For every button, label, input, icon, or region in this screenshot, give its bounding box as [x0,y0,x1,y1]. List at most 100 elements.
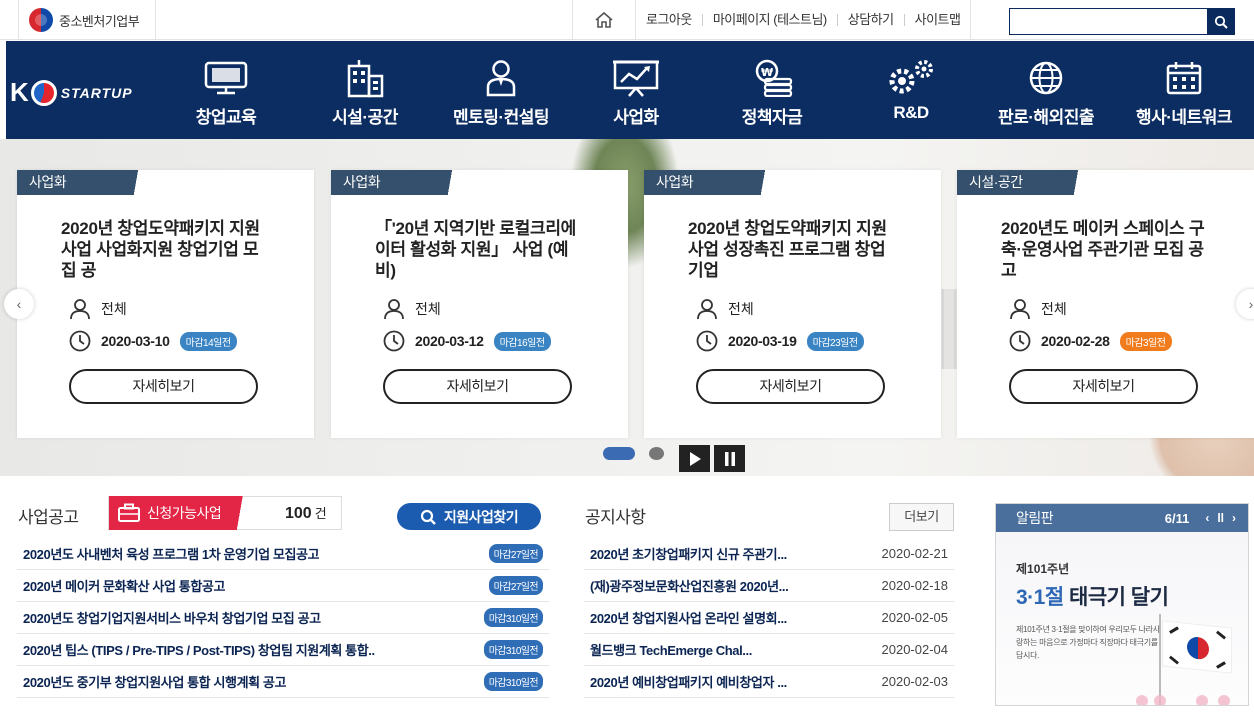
nav-item-facility[interactable]: 시설·공간 [322,41,408,139]
notice-more-button[interactable]: 더보기 [889,503,954,531]
card-title[interactable]: 2020년 창업도약패키지 지원사업 성장촉진 프로그램 창업기업 [688,218,900,281]
card-detail-button[interactable]: 자세히보기 [1009,369,1198,404]
mypage-link[interactable]: 마이페이지 (테스트님) [703,13,838,26]
banner-body: 제101주년 3·1절을 맞이하여 우리모두 나라사랑하는 마음으로 가정마다 … [1016,625,1160,660]
list-item-title: 2020년도 창업기업지원서비스 바우처 창업기업 모집 공고 [23,611,321,626]
clock-icon [696,330,718,352]
dday-badge: 마감310일전 [483,608,543,627]
utility-links: 로그아웃 마이페이지 (테스트님) 상담하기 사이트맵 [636,0,972,40]
carousel-dot-active[interactable] [603,447,635,460]
list-item-title: 2020년 예비창업패키지 예비창업자 ... [590,675,787,690]
logo-circle-icon [30,79,57,106]
list-item[interactable]: 2020년 예비창업패키지 예비창업자 ... 2020-02-03 [584,666,954,698]
svg-text:₩: ₩ [761,66,773,79]
card-detail-button[interactable]: 자세히보기 [383,369,572,404]
list-item[interactable]: 2020년 메이커 문화확산 사업 통합공고 마감27일전 [17,570,549,602]
card-title[interactable]: 2020년도 메이커 스페이스 구축·운영사업 주관기관 모집 공고 [1001,218,1213,281]
mss-logo[interactable]: 중소벤처기업부 [18,0,156,40]
nav-label: 행사·네트워크 [1135,108,1233,127]
blossom-decoration [1196,695,1208,705]
bulletin-page-indicator: 6/11 [1164,510,1190,526]
dday-badge: 마감27일전 [488,544,543,563]
chevron-left-icon[interactable]: ‹ [1205,511,1209,525]
home-button[interactable] [572,0,636,40]
banner-headline: 3·1절 태극기 달기 [1016,581,1248,611]
bulletin-label: 알림판 [1016,510,1054,526]
logout-link[interactable]: 로그아웃 [636,13,703,26]
sitemap-link[interactable]: 사이트맵 [905,0,972,40]
carousel-pause-button[interactable] [714,445,745,472]
card-date-row: 2020-02-28 마감3일전 [1009,330,1172,352]
monitor-icon [203,59,249,97]
card-category-tag: 사업화 [331,170,478,195]
logo-k: K [10,77,29,107]
find-button-label: 지원사업찾기 [443,508,519,525]
user-icon [1010,299,1030,320]
flag-trigram [1216,630,1226,640]
list-item[interactable]: 2020년 팁스 (TIPS / Pre-TIPS / Post-TIPS) 창… [17,634,549,666]
clock-icon [69,330,91,352]
applicable-business-box: 신청가능사업 100 건 [108,496,342,530]
card-title[interactable]: 2020년 창업도약패키지 지원사업 사업화지원 창업기업 모집 공 [61,218,273,281]
card-title[interactable]: 「'20년 지역기반 로컬크리에이터 활성화 지원」 사업 (예비) [375,218,587,281]
nav-item-mentoring[interactable]: 멘토링·컨설팅 [442,41,560,139]
search-icon [420,509,436,525]
list-item-title: 2020년 창업지원사업 온라인 설명회... [590,611,787,626]
nav-item-events-network[interactable]: 행사·네트워크 [1124,41,1244,139]
nav-item-commercialization[interactable]: 사업화 [606,41,666,139]
nav-item-policy-funds[interactable]: ₩ 정책자금 [734,41,810,139]
nav-label: 정책자금 [741,108,803,127]
consult-link[interactable]: 상담하기 [838,13,905,26]
pause-icon[interactable]: ll [1217,511,1224,525]
banner-subtitle: 제101주년 [1016,562,1070,576]
list-item[interactable]: (재)광주정보문화산업진흥원 2020년... 2020-02-18 [584,570,954,602]
card-target: 전체 [101,301,127,317]
list-item[interactable]: 2020년도 중기부 창업지원사업 통합 시행계획 공고 마감310일전 [17,666,549,698]
nav-label: 시설·공간 [332,108,398,127]
logo-word: STARTUP [60,84,133,101]
notice-section-title: 공지사항 [585,508,646,527]
search-input[interactable] [1010,9,1207,34]
carousel-dot[interactable] [649,447,664,460]
applicable-count: 100 건 [285,503,327,523]
carousel-play-button[interactable] [679,445,710,472]
carousel-card: 시설·공간 2020년도 메이커 스페이스 구축·운영사업 주관기관 모집 공고… [957,170,1254,438]
find-support-business-button[interactable]: 지원사업찾기 [397,503,541,530]
list-item[interactable]: 2020년도 창업기업지원서비스 바우처 창업기업 모집 공고 마감310일전 [17,602,549,634]
flag-trigram [1169,655,1179,665]
list-item[interactable]: 월드뱅크 TechEmerge Chal... 2020-02-04 [584,634,954,666]
list-item[interactable]: 2020년 창업지원사업 온라인 설명회... 2020-02-05 [584,602,954,634]
chevron-right-icon[interactable]: › [1232,511,1236,525]
k-startup-logo[interactable]: K STARTUP [10,77,133,108]
chart-board-icon [611,59,661,97]
flag-trigram [1169,626,1179,634]
list-item-date: 2020-02-03 [881,674,949,689]
bulletin-banner[interactable]: 제101주년 3·1절 태극기 달기 제101주년 3·1절을 맞이하여 우리모… [996,532,1248,705]
applicable-label: 신청가능사업 [147,505,222,521]
list-item[interactable]: 2020년 초기창업패키지 신규 주관기... 2020-02-21 [584,538,954,570]
list-item-title: 2020년 팁스 (TIPS / Pre-TIPS / Post-TIPS) 창… [23,643,375,658]
count-unit: 건 [314,506,327,521]
dday-badge: 마감310일전 [483,672,543,691]
card-detail-button[interactable]: 자세히보기 [696,369,885,404]
bulletin-header: 알림판 6/11 ‹ ll › [996,504,1248,532]
nav-label: 창업교육 [195,108,257,127]
card-detail-button[interactable]: 자세히보기 [69,369,258,404]
bulletin-board: 알림판 6/11 ‹ ll › 제101주년 3·1절 태극기 달기 제101주… [995,503,1249,706]
card-date-row: 2020-03-12 마감16일전 [383,330,551,352]
applicable-business-tab[interactable]: 신청가능사업 [109,496,255,530]
list-item[interactable]: 2020년도 사내벤처 육성 프로그램 1차 운영기업 모집공고 마감27일전 [17,538,549,570]
search-button[interactable] [1207,9,1234,34]
coins-icon: ₩ [751,59,793,97]
list-item-title: (재)광주정보문화산업진흥원 2020년... [590,579,789,594]
nav-item-education[interactable]: 창업교육 [188,41,264,139]
dday-badge: 마감310일전 [483,640,543,659]
nav-item-sales-overseas[interactable]: 판로·해외진출 [984,41,1108,139]
flag-pole [1159,614,1161,705]
flag-taegeuk [1187,635,1209,661]
carousel-prev-button[interactable]: ‹ [4,289,34,319]
carousel-card: 사업화 2020년 창업도약패키지 지원사업 성장촉진 프로그램 창업기업 전체… [644,170,941,438]
main-navigation: K STARTUP 창업교육 시설·공간 멘토링·컨설팅 사업화 ₩ 정책자금 [6,41,1254,139]
list-item-date: 2020-02-04 [881,642,949,657]
nav-item-rnd[interactable]: R&D [884,41,938,139]
